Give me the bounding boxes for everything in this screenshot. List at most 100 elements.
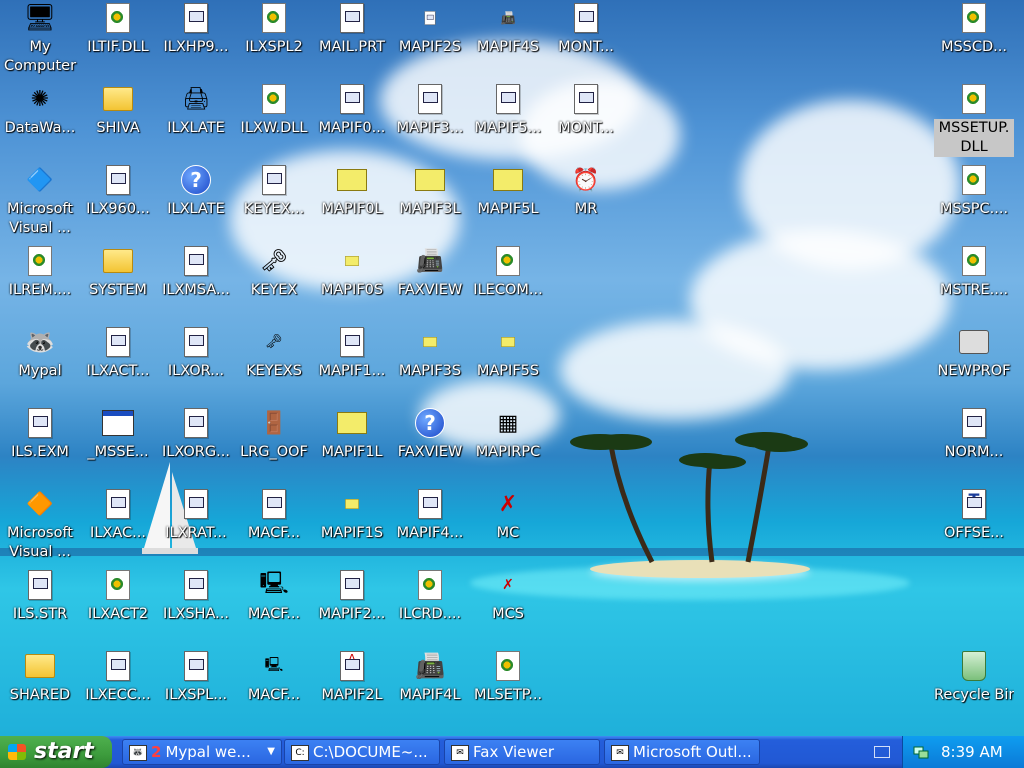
doc-icon — [258, 488, 290, 520]
pc-app-icon: 🖨 — [182, 86, 210, 112]
desktop-icon[interactable]: MONT... — [546, 0, 626, 80]
desktop-icon[interactable]: MLSETP... — [468, 648, 548, 728]
desktop-icon-label: MAPIF1L — [321, 444, 383, 460]
desktop-icon[interactable]: MAPIF4... — [390, 486, 470, 566]
desktop-icon[interactable]: T OFFSE... — [934, 486, 1014, 566]
task-button-fax-viewer[interactable]: ✉ Fax Viewer — [444, 739, 600, 765]
desktop-icon[interactable]: 📠 FAXVIEW — [390, 243, 470, 323]
desktop-icon[interactable]: 🖳 MACF... — [234, 567, 314, 647]
desktop-icon[interactable]: NORM... — [934, 405, 1014, 485]
desktop-icon[interactable]: 🔶 Microsoft Visual ... — [0, 486, 80, 566]
desktop-icon[interactable]: ILCRD.... — [390, 567, 470, 647]
desktop-icon[interactable]: MSTRE.... — [934, 243, 1014, 323]
desktop-icon[interactable]: ILXSPL2 — [234, 0, 314, 80]
desktop-icon[interactable]: ILXAC... — [78, 486, 158, 566]
desktop-icon[interactable]: SYSTEM — [78, 243, 158, 323]
desktop-icon[interactable]: ILXMSA... — [156, 243, 236, 323]
desktop-icon[interactable]: 🗝 KEYEXS — [234, 324, 314, 404]
doc-icon — [180, 407, 212, 439]
desktop-icon[interactable]: ILXRAT... — [156, 486, 236, 566]
start-label: start — [34, 739, 94, 764]
desktop-icon[interactable]: ILTIF.DLL — [78, 0, 158, 80]
visual-icon: 🔷 — [26, 167, 54, 193]
clock[interactable]: 8:39 AM — [941, 736, 1003, 768]
desktop-icon[interactable]: ILXORG... — [156, 405, 236, 485]
task-button-outlook[interactable]: ✉ Microsoft Outl... — [604, 739, 760, 765]
desktop-icon[interactable]: MAPIF5... — [468, 81, 548, 161]
desktop-icon[interactable]: NEWPROF — [934, 324, 1014, 404]
desktop-icon[interactable]: MAPIF2... — [312, 567, 392, 647]
desktop-icon[interactable]: 🗝 KEYEX — [234, 243, 314, 323]
desktop-icon[interactable]: 🔷 Microsoft Visual ... — [0, 162, 80, 242]
desktop-icon[interactable]: Recycle Bin — [934, 648, 1014, 728]
desktop-icon[interactable]: 🖳 MACF... — [234, 648, 314, 728]
desktop-icon[interactable]: MSSPC.... — [934, 162, 1014, 242]
desktop-icon-label: Microsoft Visual ... — [7, 525, 73, 560]
task-label: Fax Viewer — [473, 743, 555, 761]
desktop-icon[interactable]: MAPIF1S — [312, 486, 392, 566]
desktop-icon[interactable]: ⏰ MR — [546, 162, 626, 242]
desktop-icon[interactable]: ILXHP9... — [156, 0, 236, 80]
desktop-icon[interactable]: ✗ MC — [468, 486, 548, 566]
desktop-icon[interactable]: MAPIF3L — [390, 162, 470, 242]
desktop-icon[interactable]: MAIL.PRT — [312, 0, 392, 80]
desktop-icon[interactable]: MAPIF0L — [312, 162, 392, 242]
desktop-icon[interactable]: ✺ DataWa... — [0, 81, 80, 161]
desktop[interactable]: 🖥 My Computer ILTIF.DLL ILXHP9... ILXSPL2 MAI… — [0, 0, 1024, 736]
raccoon-icon: 🦝 — [25, 328, 55, 356]
desktop-icon[interactable]: ILS.STR — [0, 567, 80, 647]
desktop-icon[interactable]: MAPIF3... — [390, 81, 470, 161]
desktop-icon[interactable]: MSSETUP. DLL — [934, 81, 1014, 161]
desktop-icon[interactable]: 🦝 Mypal — [0, 324, 80, 404]
desktop-icon[interactable]: 🖨 ILXLATE — [156, 81, 236, 161]
desktop-icon[interactable]: _MSSE... — [78, 405, 158, 485]
keyboard-icon[interactable] — [874, 746, 890, 758]
desktop-icon[interactable]: A MAPIF2L — [312, 648, 392, 728]
desktop-icon[interactable]: MONT... — [546, 81, 626, 161]
task-button-mypal[interactable]: 🦝 2 Mypal we... ▼ — [122, 739, 282, 765]
desktop-icon[interactable]: MAPIF1L — [312, 405, 392, 485]
desktop-icon[interactable]: MAPIF5L — [468, 162, 548, 242]
task-button-command-prompt[interactable]: C: C:\DOCUME~... — [284, 739, 440, 765]
network-icon[interactable] — [913, 744, 929, 760]
start-button[interactable]: start — [0, 736, 112, 768]
desktop-icon[interactable]: ? ILXLATE — [156, 162, 236, 242]
desktop-icon-label: ILXSPL2 — [245, 39, 303, 55]
desktop-icon[interactable]: MACF... — [234, 486, 314, 566]
desktop-icon[interactable]: 📠 MAPIF4S — [468, 0, 548, 80]
desktop-icon[interactable]: KEYEX... — [234, 162, 314, 242]
desktop-icon-label: ILXSHA... — [163, 606, 229, 622]
gear-doc-icon — [414, 569, 446, 601]
desktop-icon[interactable]: ILXSHA... — [156, 567, 236, 647]
desktop-icon[interactable]: MAPIF0S — [312, 243, 392, 323]
desktop-icon[interactable]: 🚪 LRG_OOF — [234, 405, 314, 485]
desktop-icon[interactable]: ILX960... — [78, 162, 158, 242]
desktop-icon[interactable]: ? FAXVIEW — [390, 405, 470, 485]
envelope-small-icon — [336, 245, 368, 277]
desktop-icon[interactable]: MAPIF1... — [312, 324, 392, 404]
desktop-icon[interactable]: MSSCD... — [934, 0, 1014, 80]
desktop-icon[interactable]: MAPIF3S — [390, 324, 470, 404]
desktop-icon[interactable]: 🖥 My Computer — [0, 0, 80, 80]
desktop-icon[interactable]: ILXOR... — [156, 324, 236, 404]
fax-large-icon: 📠 — [415, 652, 445, 680]
desktop-icon[interactable]: ILXACT... — [78, 324, 158, 404]
desktop-icon[interactable]: SHARED — [0, 648, 80, 728]
desktop-icon[interactable]: MAPIF2S — [390, 0, 470, 80]
desktop-icon[interactable]: ILREM.... — [0, 243, 80, 323]
desktop-icon[interactable]: ILECOM... — [468, 243, 548, 323]
desktop-icon[interactable]: ILXECC... — [78, 648, 158, 728]
desktop-icon-label: MONT... — [558, 120, 614, 136]
desktop-icon[interactable]: MAPIF5S — [468, 324, 548, 404]
desktop-icon[interactable]: ILXW.DLL — [234, 81, 314, 161]
desktop-icon[interactable]: ILXSPL... — [156, 648, 236, 728]
desktop-icon[interactable]: SHIVA — [78, 81, 158, 161]
desktop-icon[interactable]: ILXACT2 — [78, 567, 158, 647]
desktop-icon[interactable]: ILS.EXM — [0, 405, 80, 485]
desktop-icon-label: NEWPROF — [937, 363, 1011, 379]
desktop-icon-label: ILTIF.DLL — [87, 39, 149, 55]
desktop-icon[interactable]: 📠 MAPIF4L — [390, 648, 470, 728]
desktop-icon[interactable]: MAPIF0... — [312, 81, 392, 161]
desktop-icon[interactable]: ▦ MAPIRPC — [468, 405, 548, 485]
desktop-icon[interactable]: ✗ MCS — [468, 567, 548, 647]
